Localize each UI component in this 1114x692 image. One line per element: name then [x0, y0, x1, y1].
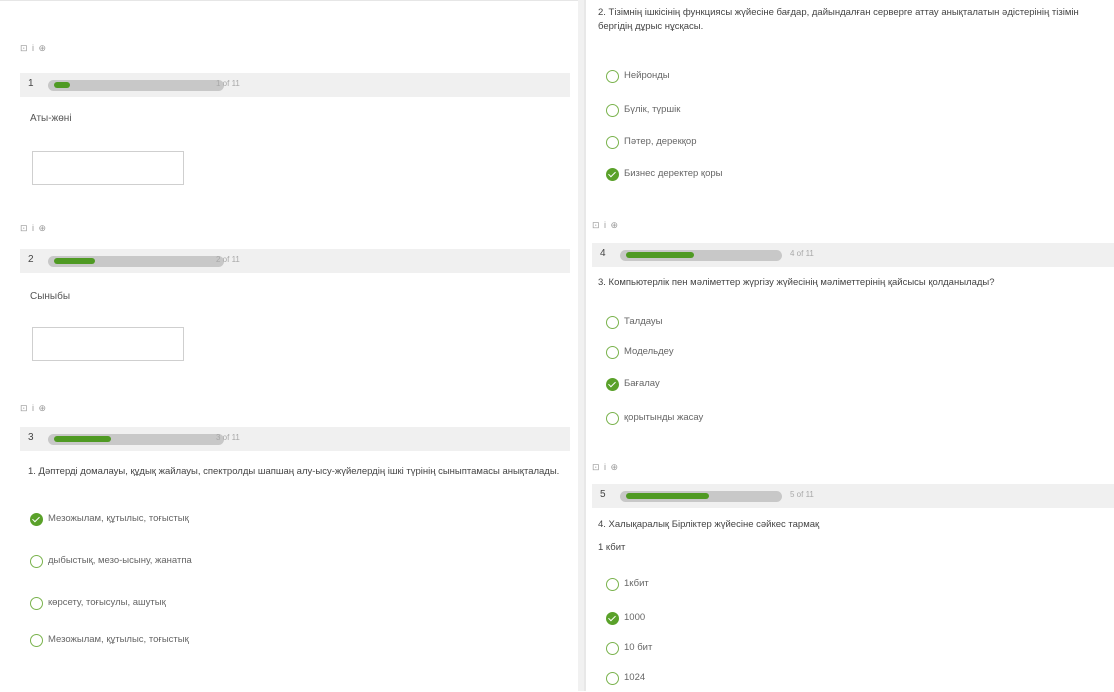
question-3-progress-fill — [54, 436, 111, 442]
option-label: Мезожылам, құтылыс, тоғыстық — [48, 634, 189, 645]
question-4-progress-fill — [626, 252, 694, 258]
question-2-number: 2 — [28, 254, 34, 265]
radio-button[interactable] — [606, 168, 619, 181]
question-5-subtext: 1 кбит — [598, 542, 626, 553]
question-2-text: 2. Тізімнің ішкісінің функциясы жүйесіне… — [598, 7, 1079, 32]
question-1-progress-row: 1 1 of 11 — [20, 73, 570, 97]
option-label: көрсету, тоғысулы, ашутық — [48, 597, 166, 608]
question-4-progress-text: 4 of 11 — [790, 249, 814, 258]
radio-button[interactable] — [30, 597, 43, 610]
question-2-label: Сыныбы — [30, 291, 71, 302]
question-3-progress-text: 3 of 11 — [216, 433, 240, 442]
question-2-meta: ⊡ i ⊕ — [20, 223, 48, 233]
question-4-meta: ⊡ i ⊕ — [592, 220, 620, 230]
option-label: Мезожылам, құтылыс, тоғыстық — [48, 513, 189, 524]
option-label: Бизнес деректер қоры — [624, 168, 723, 179]
question-1-progress-fill — [54, 82, 70, 88]
option-label: Талдауы — [624, 316, 663, 327]
option-label: қорытынды жасау — [624, 412, 704, 423]
question-3-meta: ⊡ i ⊕ — [20, 403, 48, 413]
radio-button[interactable] — [30, 634, 43, 647]
question-1-meta: ⊡ i ⊕ — [20, 43, 48, 53]
question-3-progress-row: 3 3 of 11 — [20, 427, 570, 451]
question-1-label: Аты-жөні — [30, 113, 72, 124]
option-label: 10 бит — [624, 642, 653, 653]
question-3-text: 1. Дәптерді домалауы, құдық жайлауы, спе… — [28, 466, 560, 477]
question-5-progress-bar — [620, 491, 782, 502]
question-1-progress-text: 1 of 11 — [216, 79, 240, 88]
question-4-text: 3. Компьютерлік пен мәліметтер жүргізу ж… — [598, 277, 995, 288]
question-1-progress-bar — [48, 80, 224, 91]
option-label: Нейронды — [624, 70, 670, 81]
option-label: 1024 — [624, 672, 646, 683]
question-2-progress-row: 2 2 of 11 — [20, 249, 570, 273]
question-5-meta: ⊡ i ⊕ — [592, 462, 620, 472]
question-5-progress-row: 5 5 of 11 — [592, 484, 1114, 508]
question-1-number: 1 — [28, 78, 34, 89]
question-4-progress-row: 4 4 of 11 — [592, 243, 1114, 267]
radio-button[interactable] — [606, 70, 619, 83]
option-label: Модельдеу — [624, 346, 674, 357]
name-input[interactable] — [32, 151, 184, 185]
right-survey-panel: 2. Тізімнің ішкісінің функциясы жүйесіне… — [584, 0, 1114, 691]
radio-button[interactable] — [606, 642, 619, 655]
question-4-progress-bar — [620, 250, 782, 261]
question-3-progress-bar — [48, 434, 224, 445]
question-2-progress-text: 2 of 11 — [216, 255, 240, 264]
radio-button[interactable] — [30, 513, 43, 526]
question-5-progress-fill — [626, 493, 709, 499]
radio-button[interactable] — [606, 578, 619, 591]
radio-button[interactable] — [606, 136, 619, 149]
radio-button[interactable] — [606, 378, 619, 391]
radio-button[interactable] — [606, 316, 619, 329]
radio-button[interactable] — [606, 612, 619, 625]
option-label: дыбыстық, мезо-ысыну, жанатпа — [48, 555, 192, 566]
radio-button[interactable] — [606, 346, 619, 359]
radio-button[interactable] — [606, 672, 619, 685]
question-5-progress-text: 5 of 11 — [790, 490, 814, 499]
left-survey-panel: ⊡ i ⊕ 1 1 of 11 Аты-жөні ⊡ i ⊕ 2 2 of 11… — [0, 0, 578, 692]
option-label: Пәтер, дерекқор — [624, 136, 697, 147]
radio-button[interactable] — [606, 104, 619, 117]
option-label: 1кбит — [624, 578, 649, 589]
question-2-progress-bar — [48, 256, 224, 267]
question-5-text: 4. Халықаралық Бірліктер жүйесіне сәйкес… — [598, 519, 820, 530]
question-5-number: 5 — [600, 489, 606, 500]
radio-button[interactable] — [30, 555, 43, 568]
option-label: Бүлік, түршік — [624, 104, 681, 115]
class-input[interactable] — [32, 327, 184, 361]
question-2-progress-fill — [54, 258, 95, 264]
question-4-number: 4 — [600, 248, 606, 259]
radio-button[interactable] — [606, 412, 619, 425]
option-label: 1000 — [624, 612, 646, 623]
option-label: Бағалау — [624, 378, 660, 389]
question-3-number: 3 — [28, 432, 34, 443]
